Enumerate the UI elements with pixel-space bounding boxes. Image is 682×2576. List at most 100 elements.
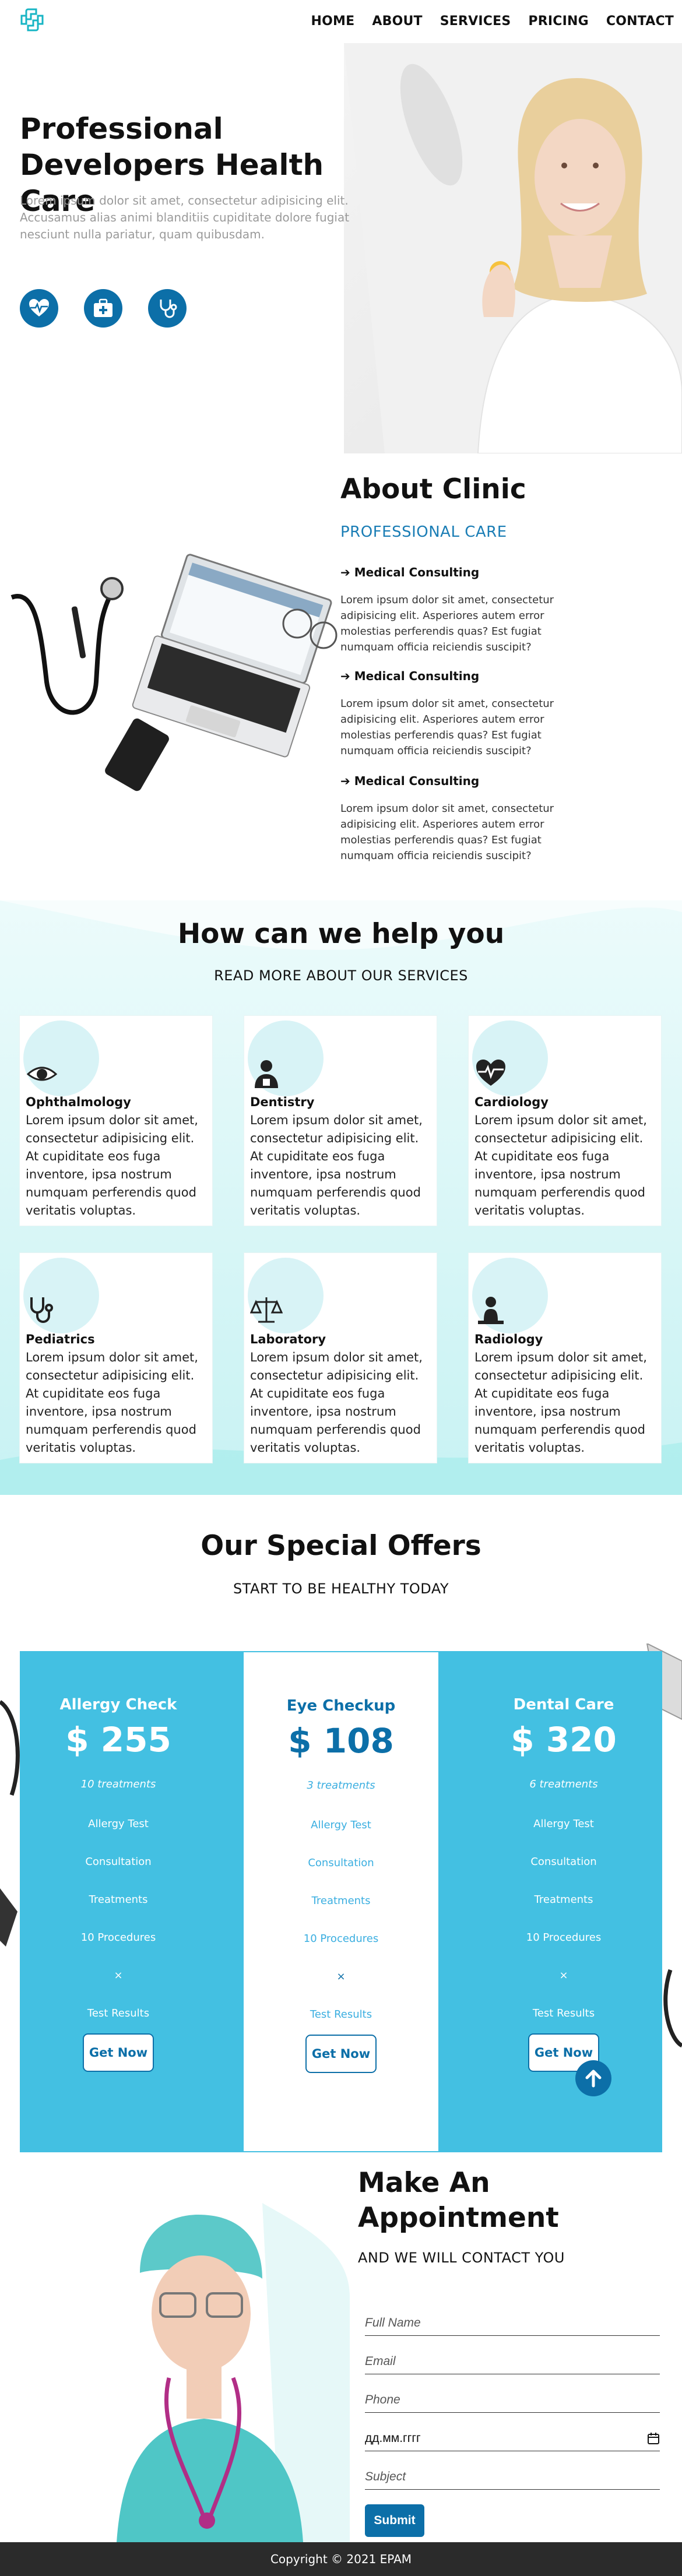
dentist-icon — [255, 1060, 278, 1088]
service-text: Lorem ipsum dolor sit amet, consectetur … — [474, 1113, 647, 1217]
plan-feature: Consultation — [530, 1856, 597, 1868]
plan-feature: 10 Procedures — [526, 1931, 602, 1944]
about-title: About Clinic — [340, 473, 526, 505]
stethoscope-icon[interactable] — [148, 289, 187, 328]
service-title: Dentistry — [250, 1095, 315, 1109]
offers-title: Our Special Offers — [201, 1530, 481, 1562]
plan-feature: Treatments — [311, 1895, 371, 1907]
arrow-right-icon: ➔ — [340, 565, 354, 579]
plan-treatments: 3 treatments — [307, 1779, 375, 1792]
top-nav: HOME ABOUT SERVICES PRICING CONTACT — [0, 0, 682, 42]
service-text: Lorem ipsum dolor sit amet, consectetur … — [26, 1350, 198, 1455]
arrow-up-icon — [585, 2070, 602, 2088]
eye-icon — [26, 1067, 58, 1081]
get-now-button[interactable]: Get Now — [305, 2035, 377, 2073]
plan-feature: 10 Procedures — [80, 1931, 156, 1944]
hero-text-line-2: Accusamus alias animi blanditiis cupidit… — [20, 210, 350, 241]
email-field[interactable] — [365, 2349, 660, 2374]
appointment-subtitle: AND WE WILL CONTACT YOU — [358, 2250, 565, 2266]
footer: Copyright © 2021 EPAM — [0, 2542, 682, 2576]
calendar-icon[interactable] — [647, 2432, 660, 2445]
service-text: Lorem ipsum dolor sit amet, consectetur … — [250, 1350, 423, 1455]
plan-feature: Allergy Test — [533, 1818, 594, 1830]
services-subtitle: READ MORE ABOUT OUR SERVICES — [214, 967, 468, 984]
plan-feature: Treatments — [534, 1894, 593, 1906]
plan-allergy-check: Allergy Check $ 255 10 treatments Allerg… — [20, 1651, 217, 2152]
feature-text: Lorem ipsum dolor sit amet, consectetur … — [340, 803, 554, 862]
plan-name: Dental Care — [513, 1696, 614, 1713]
hero-text: Lorem ipsum dolor sit amet, consectetur … — [20, 192, 370, 243]
plan-eye-checkup: Eye Checkup $ 108 3 treatments Allergy T… — [242, 1651, 440, 2152]
plan-price: $ 255 — [65, 1720, 171, 1759]
arrow-right-icon: ➔ — [340, 774, 354, 788]
service-text: Lorem ipsum dolor sit amet, consectetur … — [250, 1113, 423, 1217]
service-card-radiology[interactable]: Radiology Lorem ipsum dolor sit amet, co… — [469, 1253, 661, 1463]
service-card-dentistry[interactable]: Dentistry Lorem ipsum dolor sit amet, co… — [244, 1016, 437, 1226]
plan-name: Eye Checkup — [286, 1697, 396, 1715]
plan-name: Allergy Check — [59, 1696, 177, 1713]
date-field[interactable]: дд.мм.гггг — [365, 2426, 660, 2451]
pricing-table: Allergy Check $ 255 10 treatments Allerg… — [20, 1651, 662, 2152]
stethoscope-icon — [30, 1297, 53, 1323]
nav-services[interactable]: SERVICES — [440, 14, 511, 29]
service-card-laboratory[interactable]: Laboratory Lorem ipsum dolor sit amet, c… — [244, 1253, 437, 1463]
service-title: Radiology — [474, 1332, 543, 1346]
full-name-field[interactable] — [365, 2310, 660, 2336]
scroll-to-top-button[interactable] — [575, 2060, 611, 2096]
service-title: Laboratory — [250, 1332, 326, 1346]
medical-kit-icon[interactable] — [84, 289, 122, 328]
plan-dental-care: Dental Care $ 320 6 treatments Allergy T… — [465, 1651, 662, 2152]
scales-icon — [250, 1297, 283, 1323]
plan-feature: 10 Procedures — [303, 1933, 379, 1945]
plan-feature-excluded: × — [559, 1969, 568, 1982]
nav-pricing[interactable]: PRICING — [528, 14, 588, 29]
plan-feature: Treatments — [89, 1894, 148, 1906]
service-text: Lorem ipsum dolor sit amet, consectetur … — [26, 1113, 198, 1217]
feature-title: Medical Consulting — [354, 669, 480, 683]
service-title: Pediatrics — [26, 1332, 95, 1346]
plan-feature: Consultation — [85, 1856, 152, 1868]
nurse-photo — [105, 2203, 350, 2542]
service-card-pediatrics[interactable]: Pediatrics Lorem ipsum dolor sit amet, c… — [20, 1253, 212, 1463]
plan-feature: Consultation — [308, 1857, 374, 1869]
feature-heading: ➔ Medical Consulting — [340, 565, 479, 579]
logo-icon[interactable] — [20, 8, 44, 32]
service-card-cardiology[interactable]: Cardiology Lorem ipsum dolor sit amet, c… — [469, 1016, 661, 1226]
nav-about[interactable]: ABOUT — [372, 14, 422, 29]
get-now-button[interactable]: Get Now — [83, 2033, 154, 2072]
heart-pulse-icon — [476, 1060, 505, 1086]
plan-treatments: 10 treatments — [80, 1778, 156, 1790]
phone-field[interactable] — [365, 2387, 660, 2413]
about-subtitle: PROFESSIONAL CARE — [340, 523, 507, 541]
main-menu: HOME ABOUT SERVICES PRICING CONTACT — [311, 14, 674, 29]
feature-title: Medical Consulting — [354, 565, 480, 579]
hero-text-line-1: Lorem ipsum dolor sit amet, consectetur … — [20, 193, 349, 207]
feature-text: Lorem ipsum dolor sit amet, consectetur … — [340, 698, 554, 757]
person-scan-icon — [478, 1297, 504, 1324]
nav-home[interactable]: HOME — [311, 14, 355, 29]
plan-feature: Allergy Test — [311, 1819, 371, 1831]
plan-feature: Allergy Test — [88, 1818, 149, 1830]
plan-price: $ 108 — [288, 1721, 394, 1761]
offers-subtitle: START TO BE HEALTHY TODAY — [233, 1581, 449, 1597]
feature-title: Medical Consulting — [354, 774, 480, 788]
service-card-ophthalmology[interactable]: Ophthalmology Lorem ipsum dolor sit amet… — [20, 1016, 212, 1226]
feature-text: Lorem ipsum dolor sit amet, consectetur … — [340, 594, 554, 653]
nav-contact[interactable]: CONTACT — [606, 14, 674, 29]
plan-feature: Test Results — [310, 2008, 372, 2021]
feature-heading: ➔ Medical Consulting — [340, 774, 479, 788]
date-placeholder: дд.мм.гггг — [365, 2431, 421, 2445]
plan-feature-excluded: × — [114, 1969, 123, 1982]
plan-feature: Test Results — [87, 2007, 150, 2019]
subject-field[interactable] — [365, 2464, 660, 2490]
submit-button[interactable]: Submit — [365, 2504, 424, 2537]
hero-doctor-photo — [344, 43, 682, 454]
appointment-title: Make An Appointment — [358, 2167, 559, 2234]
service-title: Cardiology — [474, 1095, 549, 1109]
feature-heading: ➔ Medical Consulting — [340, 669, 479, 683]
heart-pulse-icon[interactable] — [20, 289, 58, 328]
service-text: Lorem ipsum dolor sit amet, consectetur … — [474, 1350, 647, 1455]
copyright-text: Copyright © 2021 EPAM — [270, 2552, 412, 2566]
plan-feature-excluded: × — [336, 1970, 346, 1983]
services-title: How can we help you — [177, 918, 505, 950]
